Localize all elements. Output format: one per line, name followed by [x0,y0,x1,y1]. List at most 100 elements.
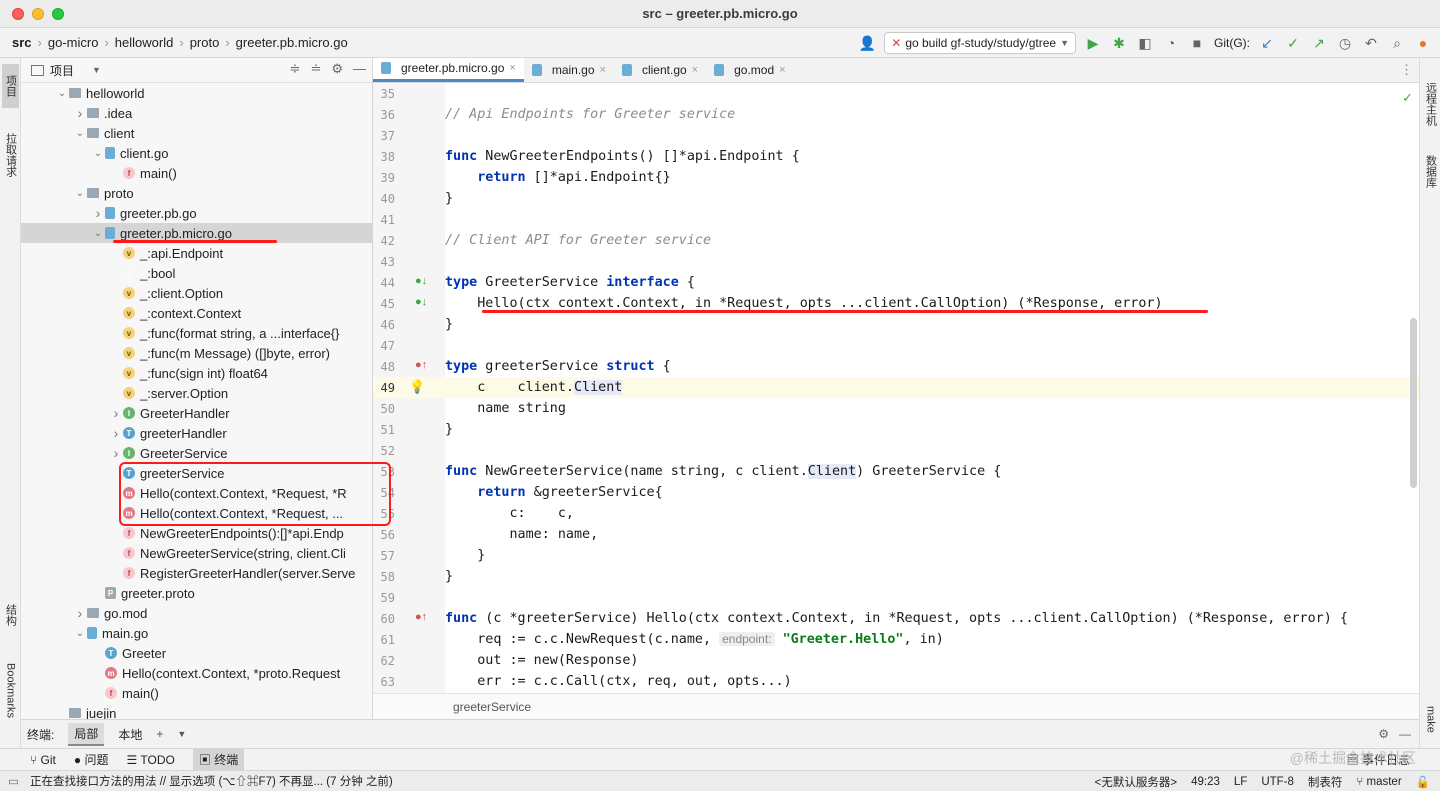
chevron-down-icon[interactable]: ⌄ [73,188,87,199]
code-line[interactable]: 52 [373,440,1419,461]
update-icon[interactable]: ● [1414,34,1432,52]
pull-requests-tool-tab[interactable]: 拉取请求 [2,120,19,190]
code-line[interactable]: 46} [373,314,1419,335]
tree-item[interactable]: › I GreeterHandler [21,403,372,423]
chevron-right-icon[interactable]: › [109,425,123,441]
implements-icon[interactable]: ●↑ [415,611,427,623]
git-commit-icon[interactable]: ✓ [1284,34,1302,52]
coverage-icon[interactable]: ◧ [1136,34,1154,52]
code-line[interactable]: 35 [373,83,1419,104]
code-line[interactable]: 50 name string [373,398,1419,419]
run-config-select[interactable]: ✕ go build gf-study/study/gtree ▼ [884,32,1076,54]
close-icon[interactable]: × [509,62,515,74]
breadcrumb-item[interactable]: proto [190,35,220,50]
terminal-new-tab-icon[interactable]: + [156,727,163,741]
more-options-icon[interactable]: ⋮ [1400,62,1413,78]
terminal-tab-local[interactable]: 局部 [68,722,105,746]
status-layout-icon[interactable]: ▭ [8,774,19,788]
close-icon[interactable]: × [779,64,785,76]
terminal-tool-button[interactable]: ▣ 终端 [192,749,245,770]
project-panel-title[interactable]: 项目 [50,62,74,79]
make-tool-tab[interactable]: make [1422,698,1439,740]
chevron-down-icon[interactable]: ⌄ [73,128,87,139]
code-line[interactable]: 38 func NewGreeterEndpoints() []*api.Endp… [373,146,1419,167]
editor-tab[interactable]: go.mod × [706,58,793,82]
editor-tab[interactable]: main.go × [524,58,614,82]
editor-tab[interactable]: greeter.pb.micro.go × [373,58,524,82]
chevron-down-icon[interactable]: ⌄ [91,228,105,239]
rollback-icon[interactable]: ↶ [1362,34,1380,52]
code-line[interactable]: 60 ●↑ func (c *greeterService) Hello(ctx c… [373,608,1419,629]
remote-host-tool-tab[interactable]: 远程主机 [1422,76,1439,132]
code-breadcrumb-item[interactable]: greeterService [453,700,531,714]
user-icon[interactable]: 👤 [858,34,876,52]
tree-item[interactable]: ⌄ client [21,123,372,143]
chevron-down-icon[interactable]: ▼ [92,65,101,75]
tree-item[interactable]: v _:server.Option [21,383,372,403]
lock-icon[interactable]: 🔓 [1416,775,1430,789]
git-push-icon[interactable]: ↗ [1310,34,1328,52]
breadcrumb-item[interactable]: src [12,35,32,50]
code-line[interactable]: 44 ●↓ type GreeterService interface { [373,272,1419,293]
code-line[interactable]: 63 err := c.c.Call(ctx, req, out, opts..… [373,671,1419,692]
chevron-right-icon[interactable]: › [91,205,105,221]
chevron-down-icon[interactable]: ⌄ [55,88,69,99]
tree-item[interactable]: v _:func(format string, a ...interface{} [21,323,372,343]
code-line[interactable]: 43 [373,251,1419,272]
code-line[interactable]: 57 } [373,545,1419,566]
status-indent[interactable]: 制表符 [1308,774,1343,790]
code-line[interactable]: 55 c: c, [373,503,1419,524]
chevron-down-icon[interactable]: ▼ [177,729,186,739]
tree-item[interactable]: › I GreeterService [21,443,372,463]
bookmarks-tool-tab[interactable]: Bookmarks [2,658,19,724]
code-line[interactable]: 39 return []*api.Endpoint{} [373,167,1419,188]
hide-panel-icon[interactable]: — [353,61,366,77]
editor-scrollbar[interactable] [1410,318,1417,488]
problems-tool-button[interactable]: ● 问题 [74,751,109,768]
close-icon[interactable]: × [600,64,606,76]
tree-item[interactable]: ⌄ proto [21,183,372,203]
tree-item[interactable]: v _:client.Option [21,283,372,303]
tree-item[interactable]: ⌄ client.go [21,143,372,163]
status-position[interactable]: 49:23 [1191,776,1220,788]
tree-item[interactable]: v _:api.Endpoint [21,243,372,263]
code-line[interactable]: 59 [373,587,1419,608]
breadcrumb-item[interactable]: go-micro [48,35,99,50]
project-tool-tab[interactable]: 项目 [2,64,19,108]
tree-item[interactable]: v _:func(sign int) float64 [21,363,372,383]
code-line[interactable]: 42 // Client API for Greeter service [373,230,1419,251]
tree-item[interactable]: m Hello(context.Context, *proto.Request [21,663,372,683]
search-icon[interactable]: ⌕ [1388,34,1406,52]
git-update-icon[interactable]: ↙ [1258,34,1276,52]
code-line[interactable]: 62 out := new(Response) [373,650,1419,671]
implements-icon[interactable]: ●↑ [415,359,427,371]
chevron-right-icon[interactable]: › [73,605,87,621]
tree-item[interactable]: Pgreeter.proto [21,583,372,603]
code-line[interactable]: 48 ●↑ type greeterService struct { [373,356,1419,377]
hide-panel-icon[interactable]: — [1399,727,1411,741]
code-line[interactable]: 36 // Api Endpoints for Greeter service [373,104,1419,125]
code-line[interactable]: 51} [373,419,1419,440]
tree-item[interactable]: f NewGreeterEndpoints():[]*api.Endp [21,523,372,543]
code-line[interactable]: 61 req := c.c.NewRequest(c.name, endpoin… [373,629,1419,650]
editor-tab[interactable]: client.go × [614,58,706,82]
implemented-icon[interactable]: ●↓ [415,275,427,287]
zoom-window-button[interactable] [52,8,64,20]
code-line[interactable]: 56 name: name, [373,524,1419,545]
code-line[interactable]: 49 💡 c client.Client [373,377,1419,398]
code-line[interactable]: 40} [373,188,1419,209]
code-line[interactable]: 53 func NewGreeterService(name string, c … [373,461,1419,482]
terminal-tab-native[interactable]: 本地 [118,726,142,743]
gear-icon[interactable]: ⚙ [1378,727,1389,741]
code-line[interactable]: 54 return &greeterService{ [373,482,1419,503]
status-encoding[interactable]: UTF-8 [1261,776,1294,788]
tree-item[interactable]: T Greeter [21,643,372,663]
structure-tool-tab[interactable]: 结构 [2,598,19,632]
tree-item[interactable]: › TgreeterHandler [21,423,372,443]
code-line[interactable]: 58} [373,566,1419,587]
tree-item[interactable]: f RegisterGreeterHandler(server.Serve [21,563,372,583]
tree-item[interactable]: c _:bool [21,263,372,283]
stop-icon[interactable]: ■ [1188,34,1206,52]
run-icon[interactable]: ▶ [1084,34,1102,52]
tree-item[interactable]: › go.mod [21,603,372,623]
